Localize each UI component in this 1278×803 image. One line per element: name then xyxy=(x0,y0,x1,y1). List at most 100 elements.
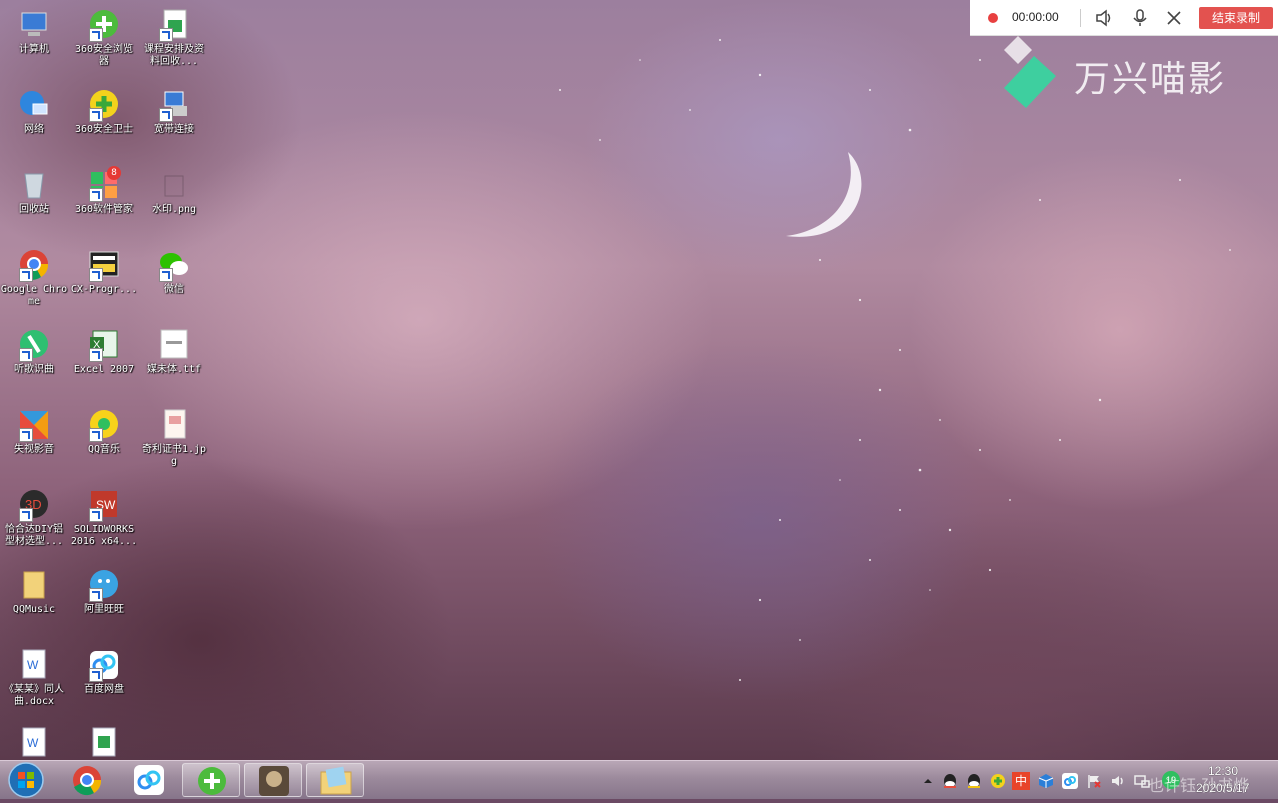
desktop-icon-label: 微信 xyxy=(164,284,184,295)
taskbar-explorer-button[interactable] xyxy=(306,763,364,797)
end-recording-button[interactable]: 结束录制 xyxy=(1199,7,1273,29)
desktop-icon-label: QQMusic xyxy=(12,604,56,615)
360-browser-icon xyxy=(87,8,121,42)
3d-app-icon: 3D xyxy=(17,488,51,522)
speaker-icon[interactable] xyxy=(1094,8,1114,28)
recording-timer: 00:00:00 xyxy=(1012,10,1059,24)
desktop-icon-label: 百度网盘 xyxy=(84,684,124,695)
desktop-icon-excel[interactable]: X Excel 2007 xyxy=(70,328,138,376)
desktop-icon-certificate-jpg[interactable]: 奇利证书1.jpg xyxy=(140,408,208,468)
desktop-icon-label: 《某某》同人曲.docx xyxy=(4,684,64,707)
word-file-icon: W xyxy=(17,648,51,682)
360-browser-icon xyxy=(198,767,226,795)
crescent-moon xyxy=(786,152,862,237)
show-hidden-icons-chevron-icon[interactable] xyxy=(920,773,936,789)
desktop-icon-qqmusic-folder[interactable]: QQMusic xyxy=(0,568,68,616)
svg-text:W: W xyxy=(27,658,39,672)
qq-icon[interactable] xyxy=(966,773,982,789)
desktop-icon-label: SOLIDWORKS 2016 x64... xyxy=(70,524,138,547)
screen-recorder-bar: 00:00:00 结束录制 xyxy=(970,0,1278,36)
cube-icon[interactable] xyxy=(1038,773,1054,789)
desktop-icon-label: 计算机 xyxy=(19,44,49,55)
filmora-logo-icon xyxy=(1004,36,1056,108)
desktop-icon-360-browser[interactable]: 360安全浏览器 xyxy=(70,8,138,68)
desktop-icon-computer[interactable]: 计算机 xyxy=(0,8,68,56)
360-safe-icon xyxy=(87,88,121,122)
start-button[interactable] xyxy=(4,761,44,799)
desktop-icon-aliwangwang[interactable]: 阿里旺旺 xyxy=(70,568,138,616)
desktop-icon-diy-profile[interactable]: 3D 恰合达DIY铝型材选型... xyxy=(0,488,68,548)
chrome-icon xyxy=(73,766,102,796)
desktop-icon-chrome[interactable]: Google Chrome xyxy=(0,248,68,308)
taskbar: 中 19 xyxy=(0,760,1278,799)
action-center-flag-icon[interactable] xyxy=(1086,773,1102,789)
desktop-icon-label: Excel 2007 xyxy=(73,364,135,375)
network-icon xyxy=(17,88,51,122)
wechat-icon xyxy=(157,248,191,282)
notification-badge: 8 xyxy=(107,166,121,180)
windows-logo-icon xyxy=(8,762,44,798)
desktop-icon-font-ttf[interactable]: 媒未体.ttf xyxy=(140,328,208,376)
taskbar-chrome-button[interactable] xyxy=(58,763,116,797)
desktop-icon-label: 宽带连接 xyxy=(154,124,194,135)
desktop-icon-cx-programmer[interactable]: CX-Progr... xyxy=(70,248,138,296)
close-icon[interactable] xyxy=(1164,8,1184,28)
divider xyxy=(1080,9,1081,27)
desktop-icon-label: 媒未体.ttf xyxy=(146,364,202,375)
desktop-icon-watermark-png[interactable]: 水印.png xyxy=(140,168,208,216)
spreadsheet-file-icon xyxy=(157,8,191,42)
music-recognize-icon xyxy=(17,328,51,362)
folder-icon xyxy=(17,568,51,602)
input-method-indicator[interactable]: 中 xyxy=(1012,772,1030,790)
desktop-icon-label: 失视影音 xyxy=(14,444,54,455)
brand-name: 万兴喵影 xyxy=(1074,59,1227,100)
desktop-icon-song-recognize[interactable]: 听歌识曲 xyxy=(0,328,68,376)
qq-icon[interactable] xyxy=(942,773,958,789)
solidworks-icon: SW xyxy=(87,488,121,522)
360-safe-icon[interactable] xyxy=(990,773,1006,789)
baidu-netdisk-icon xyxy=(134,765,164,795)
video-player-icon xyxy=(17,408,51,442)
desktop-icon-label: 360安全卫士 xyxy=(74,124,134,135)
aliwangwang-icon xyxy=(87,568,121,602)
desktop-icon-broadband[interactable]: 宽带连接 xyxy=(140,88,208,136)
desktop-icon-video-player[interactable]: 失视影音 xyxy=(0,408,68,456)
desktop-icon-label: CX-Progr... xyxy=(70,284,138,295)
svg-text:W: W xyxy=(27,736,39,750)
desktop-icon-360-software[interactable]: 8 360软件管家 xyxy=(70,166,138,216)
chrome-icon xyxy=(17,248,51,282)
spreadsheet-file-icon xyxy=(87,726,121,760)
folder-icon xyxy=(320,766,352,795)
desktop-icon-course-doc[interactable]: 课程安排及资料回收... xyxy=(140,8,208,68)
desktop-icon-label: 360安全浏览器 xyxy=(74,44,134,67)
desktop-icon-label: 回收站 xyxy=(19,204,49,215)
desktop-icon-label: 水印.png xyxy=(151,204,197,215)
desktop-icon-word-doc[interactable]: W 《某某》同人曲.docx xyxy=(0,648,68,708)
desktop-icon-solidworks[interactable]: SW SOLIDWORKS 2016 x64... xyxy=(70,488,138,548)
desktop-icon-label: 网络 xyxy=(24,124,44,135)
desktop-icon-wechat[interactable]: 微信 xyxy=(140,248,208,296)
desktop-icon-360-safe[interactable]: 360安全卫士 xyxy=(70,88,138,136)
baidu-netdisk-icon[interactable] xyxy=(1062,773,1078,789)
avatar-app-icon xyxy=(259,766,289,796)
desktop-icon-label: 阿里旺旺 xyxy=(84,604,124,615)
desktop-icon-wps-sheet[interactable] xyxy=(70,726,138,760)
desktop-icon-network[interactable]: 网络 xyxy=(0,88,68,136)
taskbar-360-browser-button[interactable] xyxy=(182,763,240,797)
360-software-manager-icon: 8 xyxy=(87,166,121,202)
desktop-icon-word-doc-2[interactable]: W xyxy=(0,726,68,760)
qq-music-icon xyxy=(87,408,121,442)
microphone-icon[interactable] xyxy=(1130,8,1150,28)
excel-icon: X xyxy=(87,328,121,362)
recycle-bin-icon xyxy=(17,168,51,202)
clock-date[interactable]: 2020/5/17 xyxy=(1196,781,1249,795)
taskbar-baidu-netdisk-button[interactable] xyxy=(120,763,178,797)
desktop-icon-recycle-bin[interactable]: 回收站 xyxy=(0,168,68,216)
desktop-icon-baidu-netdisk[interactable]: 百度网盘 xyxy=(70,648,138,696)
taskbar-app-button[interactable] xyxy=(244,763,302,797)
volume-icon[interactable] xyxy=(1110,773,1126,789)
desktop-icon-label: 恰合达DIY铝型材选型... xyxy=(4,524,64,547)
clock-time[interactable]: 12:30 xyxy=(1208,764,1238,778)
desktop-icon-label: 课程安排及资料回收... xyxy=(144,44,204,67)
desktop-icon-qq-music[interactable]: QQ音乐 xyxy=(70,408,138,456)
